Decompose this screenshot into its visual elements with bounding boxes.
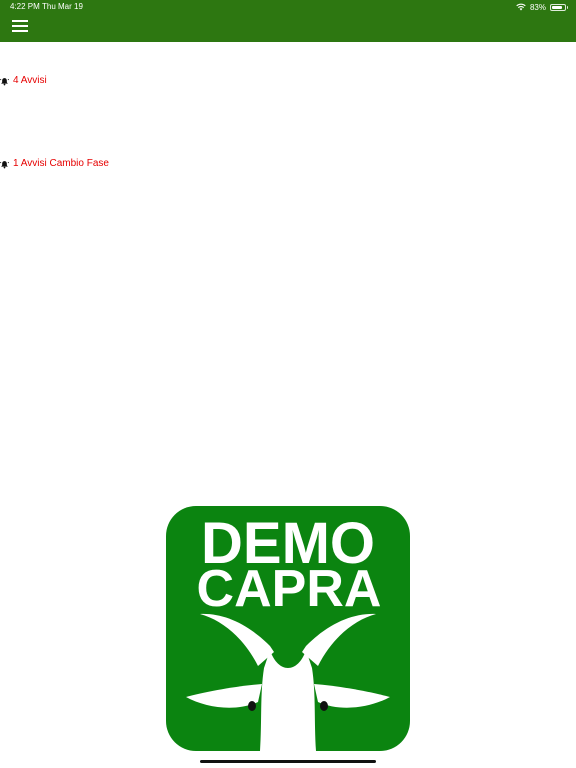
status-indicators: 83% xyxy=(516,1,568,13)
menu-line-top xyxy=(12,20,28,22)
alarm-bell-icon xyxy=(0,77,9,85)
battery-icon xyxy=(550,3,568,11)
demo-capra-logo: DEMO CAPRA xyxy=(166,506,410,751)
alarm-bell-icon xyxy=(0,160,9,168)
menu-line-bottom xyxy=(12,30,28,32)
battery-percentage: 83% xyxy=(529,2,546,12)
status-time: 4:22 PM xyxy=(10,2,40,11)
phase-change-alerts-label: 1 Avvisi Cambio Fase xyxy=(13,158,109,169)
phase-change-alerts-link[interactable]: 1 Avvisi Cambio Fase xyxy=(0,158,109,170)
alerts-link[interactable]: 4 Avvisi xyxy=(0,75,47,87)
menu-line-middle xyxy=(12,25,28,27)
top-bar: 4:22 PM Thu Mar 19 83% xyxy=(0,0,576,42)
status-date: Thu Mar 19 xyxy=(42,2,83,11)
alerts-label: 4 Avvisi xyxy=(13,75,47,86)
wifi-icon xyxy=(516,3,526,11)
battery-level xyxy=(552,5,562,9)
hamburger-menu-button[interactable] xyxy=(10,18,30,34)
home-indicator[interactable] xyxy=(200,760,376,763)
logo-line-2: CAPRA xyxy=(197,560,382,618)
